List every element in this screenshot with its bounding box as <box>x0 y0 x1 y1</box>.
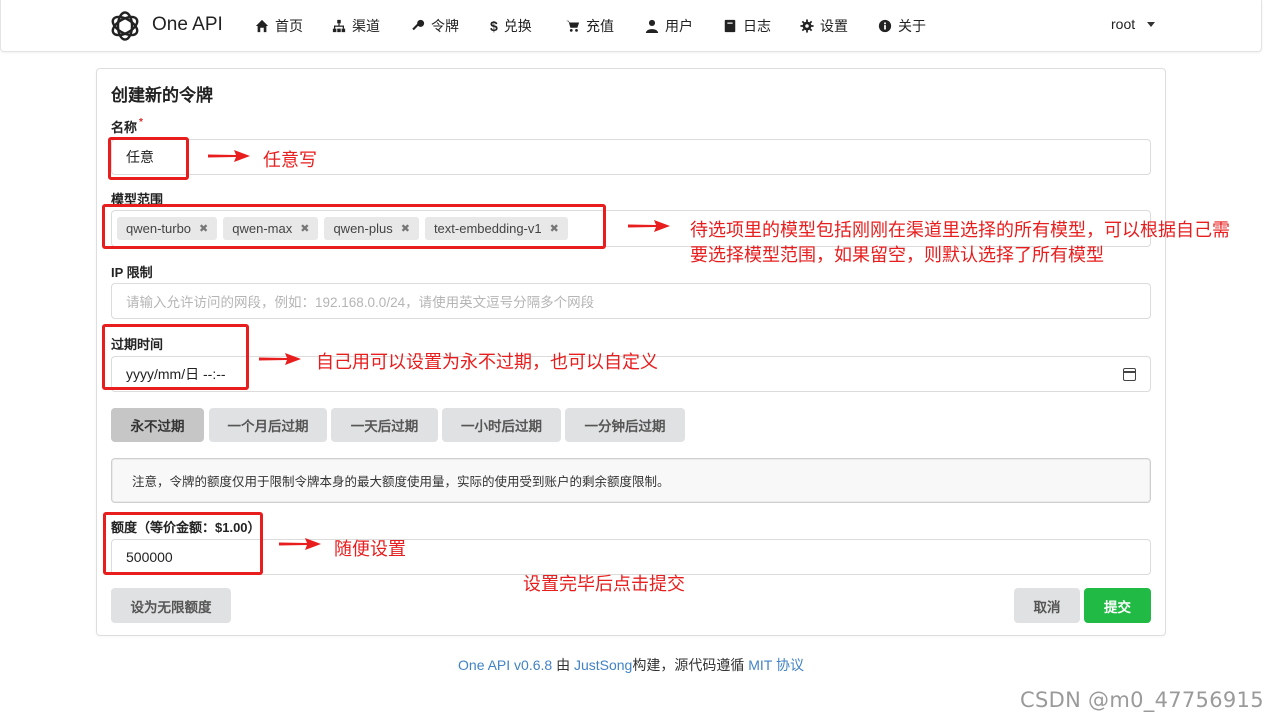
annotation-models-note-line2: 要选择模型范围，如果留空，则默认选择了所有模型 <box>690 245 1104 266</box>
home-icon <box>255 19 269 33</box>
quota-input[interactable]: 500000 <box>111 539 1151 575</box>
submit-button[interactable]: 提交 <box>1084 588 1151 623</box>
nav-item-settings[interactable]: 设置 <box>800 16 848 36</box>
annotation-arrow-icon <box>259 353 301 365</box>
annotation-arrow-icon <box>208 150 250 162</box>
brand-title[interactable]: One API <box>152 14 223 36</box>
set-unlimited-quota-button[interactable]: 设为无限额度 <box>111 588 231 623</box>
nav-item-home[interactable]: 首页 <box>255 16 303 36</box>
quota-notice: 注意，令牌的额度仅用于限制令牌本身的最大额度使用量，实际的使用受到账户的剩余额度… <box>111 458 1151 503</box>
annotation-arrow-icon <box>628 220 670 232</box>
page-title: 创建新的令牌 <box>111 86 213 105</box>
top-navbar: One API 首页 渠道 令牌 $ 兑换 充值 用户 日志 设置 关于 roo… <box>0 0 1262 52</box>
cancel-button[interactable]: 取消 <box>1014 588 1080 623</box>
ip-placeholder: 请输入允许访问的网段，例如：192.168.0.0/24，请使用英文逗号分隔多个… <box>126 295 595 310</box>
author-link[interactable]: JustSong <box>574 657 632 673</box>
book-icon <box>724 19 736 33</box>
ip-label: IP 限制 <box>111 265 153 280</box>
username: root <box>1111 16 1136 32</box>
nav-item-channels[interactable]: 渠道 <box>332 16 380 36</box>
annotation-box-expire <box>102 324 249 390</box>
nav-item-about[interactable]: 关于 <box>878 16 926 36</box>
user-icon <box>645 19 659 33</box>
footer-built: 构建，源代码遵循 <box>632 657 745 673</box>
nav-label: 用户 <box>665 18 693 34</box>
nav-label: 渠道 <box>352 18 380 34</box>
never-expire-button[interactable]: 永不过期 <box>111 408 204 442</box>
notice-text: 注意，令牌的额度仅用于限制令牌本身的最大额度使用量，实际的使用受到账户的剩余额度… <box>132 475 670 489</box>
footer: One API v0.6.8 由 JustSong构建，源代码遵循 MIT 协议 <box>0 655 1262 675</box>
nav-item-redeem[interactable]: $ 兑换 <box>490 16 532 36</box>
key-icon <box>412 19 425 31</box>
nav-label: 日志 <box>743 18 771 34</box>
user-menu[interactable]: root <box>1111 16 1156 32</box>
nav-label: 充值 <box>586 18 614 34</box>
dollar-icon: $ <box>490 18 498 34</box>
expire-one-day-button[interactable]: 一天后过期 <box>331 408 438 442</box>
annotation-name-note: 任意写 <box>263 150 317 171</box>
footer-by: 由 <box>556 657 571 673</box>
nav-label: 首页 <box>275 18 303 34</box>
annotation-expire-note: 自己用可以设置为永不过期，也可以自定义 <box>316 352 658 373</box>
annotation-arrow-icon <box>279 538 321 550</box>
annotation-box-name <box>108 137 189 180</box>
nav-label: 设置 <box>820 18 848 34</box>
required-mark: * <box>139 117 143 128</box>
expire-one-minute-button[interactable]: 一分钟后过期 <box>565 408 685 442</box>
license-link[interactable]: MIT 协议 <box>748 657 804 673</box>
calendar-icon[interactable] <box>1123 368 1136 381</box>
nav-label: 令牌 <box>431 18 459 34</box>
expire-one-hour-button[interactable]: 一小时后过期 <box>442 408 561 442</box>
annotation-box-models <box>102 204 606 249</box>
name-label: 名称 * <box>111 117 143 136</box>
gear-icon <box>800 19 814 33</box>
annotation-submit-note: 设置完毕后点击提交 <box>523 574 685 595</box>
version-link[interactable]: One API v0.6.8 <box>458 657 552 673</box>
name-label-text: 名称 <box>111 120 138 135</box>
watermark: CSDN @m0_47756915 <box>1020 688 1264 712</box>
nav-item-users[interactable]: 用户 <box>645 16 693 36</box>
nav-label: 关于 <box>898 18 926 34</box>
nav-item-topup[interactable]: 充值 <box>566 16 614 36</box>
cart-icon <box>566 20 580 32</box>
nav-item-tokens[interactable]: 令牌 <box>411 16 459 36</box>
annotation-models-note-line1: 待选项里的模型包括刚刚在渠道里选择的所有模型，可以根据自己需 <box>690 220 1230 241</box>
expire-one-month-button[interactable]: 一个月后过期 <box>209 408 327 442</box>
sitemap-icon <box>332 19 346 33</box>
nav-label: 兑换 <box>503 18 532 34</box>
nav-item-logs[interactable]: 日志 <box>723 16 771 36</box>
annotation-quota-note: 随便设置 <box>334 539 406 560</box>
ip-input[interactable]: 请输入允许访问的网段，例如：192.168.0.0/24，请使用英文逗号分隔多个… <box>111 283 1151 319</box>
info-icon <box>878 19 892 33</box>
annotation-box-quota <box>103 512 263 575</box>
openai-logo-icon[interactable] <box>108 9 142 43</box>
caret-down-icon <box>1147 21 1156 27</box>
